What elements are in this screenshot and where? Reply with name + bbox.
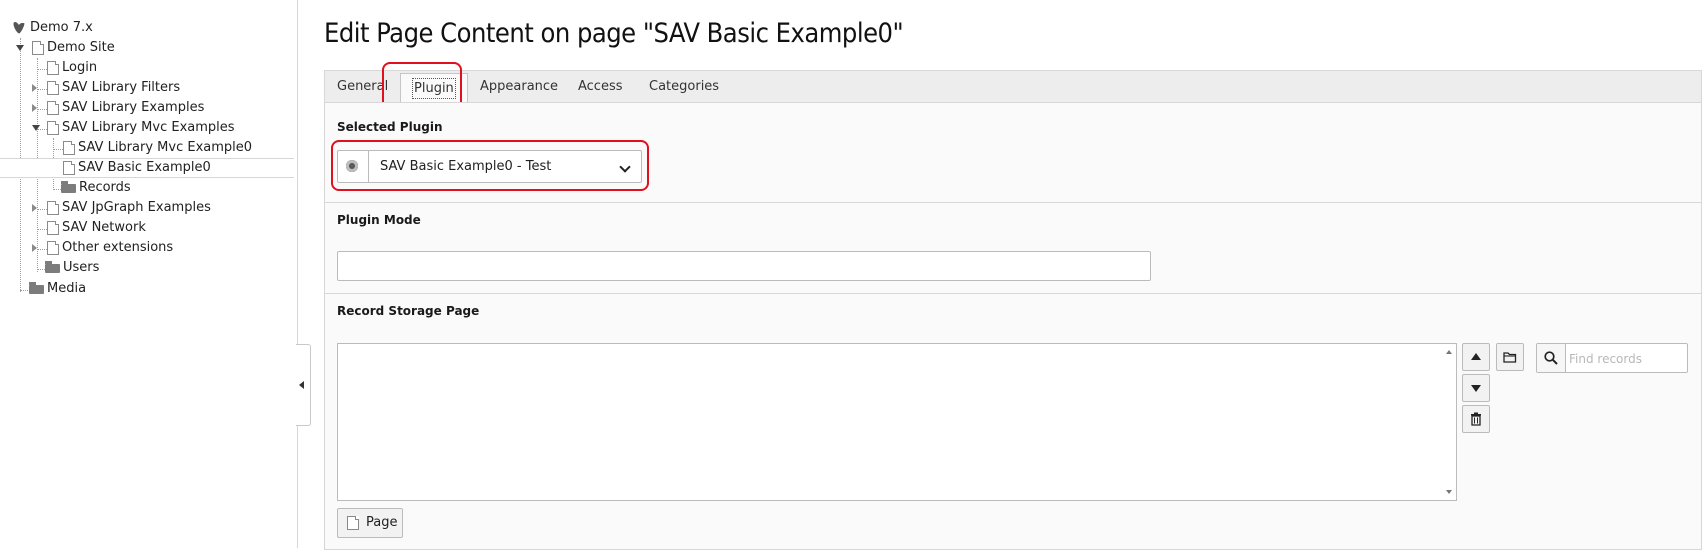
- tree-item-login[interactable]: Login: [47, 58, 167, 78]
- arrow-up-icon: [1471, 353, 1481, 360]
- tree-connector: [37, 69, 47, 70]
- find-records-input[interactable]: [1567, 346, 1686, 372]
- search-button[interactable]: [1537, 344, 1566, 372]
- expand-icon[interactable]: [32, 84, 37, 92]
- folder-open-icon: [1503, 352, 1517, 363]
- page-icon: [63, 141, 75, 155]
- find-records-box: [1536, 343, 1688, 373]
- move-up-button[interactable]: [1462, 343, 1490, 371]
- tree-item-label: SAV JpGraph Examples: [62, 200, 211, 215]
- arrow-down-icon: [1471, 385, 1481, 392]
- tree-item-demo-site[interactable]: Demo Site: [16, 38, 176, 58]
- collapse-tree-handle[interactable]: [296, 344, 311, 426]
- plugin-icon-box: [338, 151, 369, 182]
- page-icon: [47, 81, 59, 95]
- tree-item-label: SAV Library Mvc Example0: [78, 140, 253, 155]
- page-icon: [47, 121, 59, 135]
- tab-label: Plugin: [412, 78, 456, 99]
- tree-item-sav-jpgraph-examples[interactable]: SAV JpGraph Examples: [32, 198, 272, 218]
- page-icon: [47, 101, 59, 115]
- add-page-button[interactable]: Page: [337, 508, 403, 538]
- scrollbar-up-icon[interactable]: [1446, 350, 1452, 354]
- selected-plugin-label: Selected Plugin: [337, 120, 443, 134]
- plugin-icon: [346, 160, 358, 172]
- section-divider: [325, 293, 1701, 294]
- expand-icon[interactable]: [32, 244, 37, 252]
- page-icon: [63, 161, 75, 175]
- selected-plugin-section: Selected Plugin SAV Basic Example0 - Tes…: [325, 103, 1701, 203]
- page-button-label: Page: [366, 515, 398, 530]
- tab-bar: General Plugin Appearance Access Categor…: [324, 70, 1702, 105]
- plugin-tab-panel: Selected Plugin SAV Basic Example0 - Tes…: [324, 102, 1702, 550]
- page-icon: [47, 221, 59, 235]
- tree-item-sav-network[interactable]: SAV Network: [47, 218, 207, 238]
- tree-item-label: Records: [79, 180, 131, 195]
- tree-connector: [37, 229, 47, 230]
- folder-icon: [29, 282, 44, 294]
- expand-icon[interactable]: [32, 104, 37, 112]
- plugin-mode-label: Plugin Mode: [337, 213, 421, 227]
- page-icon: [47, 241, 59, 255]
- tab-plugin[interactable]: Plugin: [400, 73, 468, 105]
- search-icon: [1544, 351, 1558, 365]
- tab-label: Appearance: [480, 79, 559, 94]
- chevron-left-icon: [299, 381, 304, 389]
- tab-general[interactable]: General: [325, 71, 400, 103]
- collapse-icon[interactable]: [16, 45, 24, 51]
- tree-item-label: Users: [63, 260, 100, 275]
- tab-label: Categories: [649, 79, 720, 94]
- expand-icon[interactable]: [32, 204, 37, 212]
- main-content: Edit Page Content on page "SAV Basic Exa…: [310, 0, 1707, 550]
- collapse-icon[interactable]: [32, 125, 40, 131]
- page-tree: Demo 7.x Demo Site Login SAV Library Fil…: [0, 0, 298, 548]
- plugin-mode-input[interactable]: [337, 251, 1151, 281]
- tree-item-label: SAV Library Mvc Examples: [62, 120, 235, 135]
- tree-item-label: Login: [62, 60, 98, 75]
- selected-plugin-value: SAV Basic Example0 - Test: [380, 159, 552, 174]
- tab-appearance[interactable]: Appearance: [468, 71, 570, 103]
- tab-label: General: [337, 79, 389, 94]
- record-storage-label: Record Storage Page: [337, 304, 480, 318]
- tree-item-sav-library-examples[interactable]: SAV Library Examples: [32, 98, 252, 118]
- trash-icon: [1471, 412, 1481, 426]
- tree-item-label: Other extensions: [62, 240, 174, 255]
- chevron-down-icon: [619, 161, 631, 173]
- page-title: Edit Page Content on page "SAV Basic Exa…: [324, 18, 904, 49]
- page-icon: [347, 516, 359, 530]
- tree-root-label: Demo 7.x: [30, 20, 93, 35]
- tree-item-label: SAV Network: [62, 220, 146, 235]
- remove-button[interactable]: [1462, 405, 1490, 433]
- page-icon: [47, 201, 59, 215]
- tree-item-sav-library-mvc-examples[interactable]: SAV Library Mvc Examples: [32, 118, 272, 138]
- record-storage-list[interactable]: [337, 343, 1457, 501]
- tab-categories[interactable]: Categories: [637, 71, 731, 103]
- tree-item-label: SAV Library Filters: [62, 80, 181, 95]
- tree-item-label: Media: [47, 281, 87, 296]
- page-icon: [32, 41, 44, 55]
- tab-access[interactable]: Access: [566, 71, 635, 103]
- typo3-logo-icon: [13, 22, 25, 34]
- tree-item-sav-basic-example0[interactable]: SAV Basic Example0: [0, 158, 294, 178]
- folder-icon: [45, 261, 60, 273]
- tree-item-label: SAV Basic Example0: [78, 160, 211, 175]
- tree-item-sav-library-mvc-example0[interactable]: SAV Library Mvc Example0: [63, 138, 293, 158]
- tree-item-other-extensions[interactable]: Other extensions: [32, 238, 232, 258]
- tree-connector: [53, 149, 63, 150]
- scrollbar-down-icon[interactable]: [1446, 490, 1452, 494]
- tree-item-users[interactable]: Users: [45, 258, 165, 278]
- selected-plugin-select[interactable]: SAV Basic Example0 - Test: [337, 150, 642, 183]
- page-icon: [47, 61, 59, 75]
- tree-item-label: SAV Library Examples: [62, 100, 205, 115]
- folder-icon: [61, 181, 76, 193]
- tree-item-media[interactable]: Media: [29, 279, 149, 299]
- tree-root[interactable]: Demo 7.x: [12, 18, 132, 38]
- move-down-button[interactable]: [1462, 374, 1490, 402]
- tab-label: Access: [578, 79, 623, 94]
- browse-pages-button[interactable]: [1496, 343, 1524, 371]
- tree-item-sav-library-filters[interactable]: SAV Library Filters: [32, 78, 252, 98]
- tree-item-label: Demo Site: [47, 40, 115, 55]
- tree-item-records[interactable]: Records: [61, 178, 181, 198]
